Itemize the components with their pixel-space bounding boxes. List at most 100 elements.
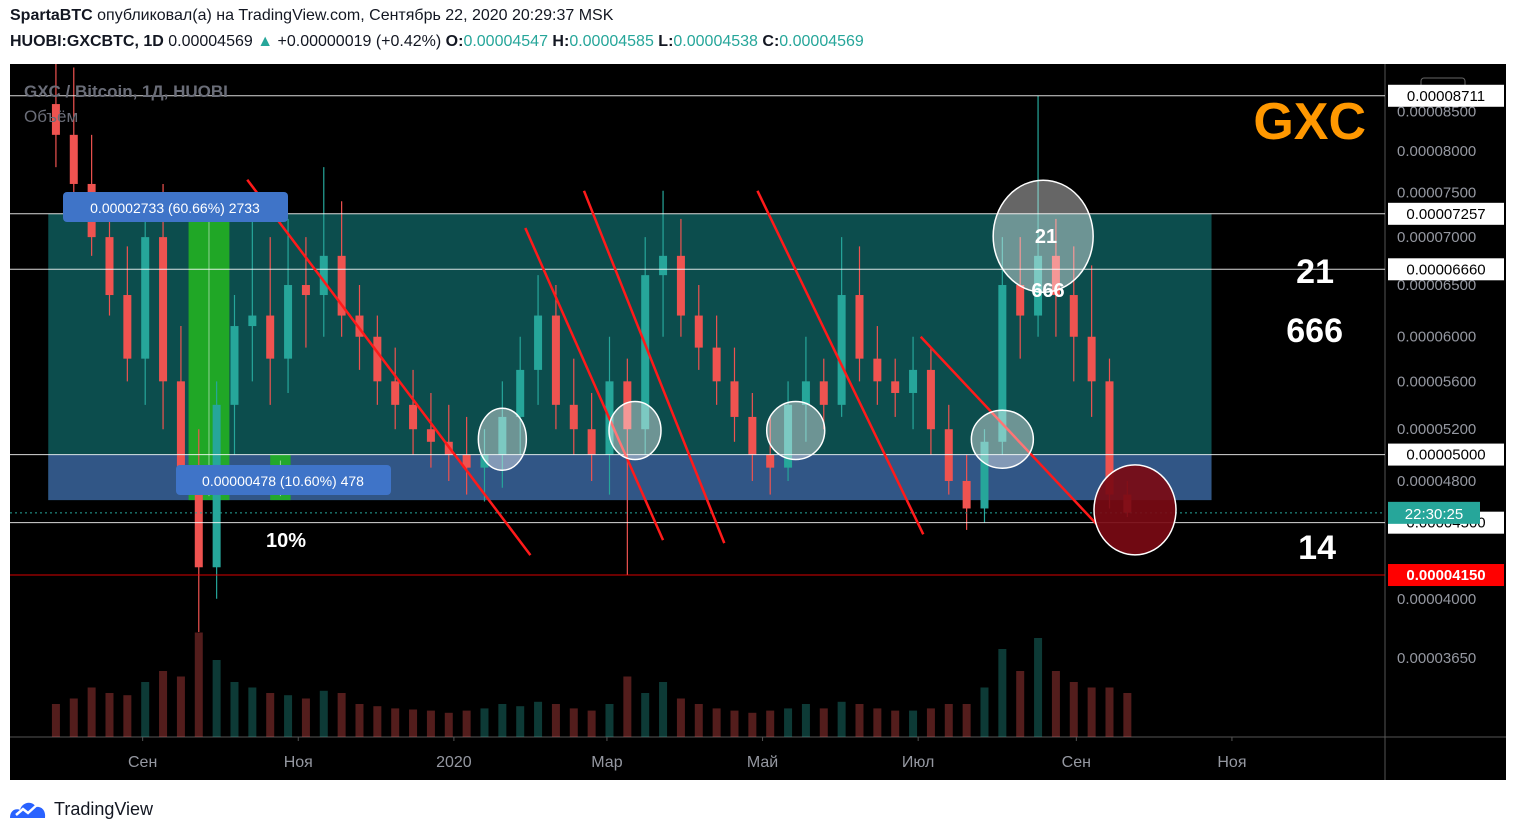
candle-body — [712, 347, 721, 382]
candle-body — [248, 315, 257, 327]
volume-bar — [551, 704, 560, 737]
brand-label: GXC — [1253, 93, 1366, 151]
price-tick-label: 0.00006000 — [1397, 329, 1476, 346]
candle-body — [873, 358, 882, 382]
price-tick-label: 0.00008000 — [1397, 143, 1476, 160]
time-tick-label: Ноя — [1217, 754, 1246, 771]
volume-bar — [926, 708, 935, 737]
candle-body — [730, 381, 739, 417]
measure-label-text: 0.00000478 (10.60%) 478 — [202, 473, 364, 489]
candle-body — [694, 315, 703, 348]
volume-bar — [105, 693, 114, 737]
volume-bar — [784, 708, 793, 737]
volume-bar — [1069, 682, 1078, 737]
tradingview-logo-icon — [10, 802, 46, 818]
time-tick-label: Май — [747, 754, 778, 771]
circle-666-label: 666 — [1031, 280, 1064, 302]
price-chart[interactable]: 0.00002733 (60.66%) 2733 0.00000478 (10.6… — [0, 0, 1516, 790]
volume-bar — [391, 708, 400, 737]
volume-bar — [212, 660, 221, 737]
volume-bar — [855, 704, 864, 737]
price-tick-label: 0.00007500 — [1397, 185, 1476, 202]
candle-body — [909, 369, 918, 393]
candle-body — [926, 369, 935, 430]
candle-body — [266, 315, 275, 359]
volume-bar — [373, 706, 382, 737]
volume-bar — [230, 682, 239, 737]
candle-body — [105, 237, 114, 296]
volume-bar — [712, 708, 721, 737]
chart-legend-title: GXC / Bitcoin, 1Д, HUOBI — [24, 82, 228, 101]
candle-body — [801, 381, 810, 405]
price-level-label: 0.00008711 — [1388, 84, 1504, 107]
volume-bar — [319, 690, 328, 737]
volume-bar — [1051, 671, 1060, 737]
volume-bar — [123, 695, 132, 737]
volume-bar — [1123, 693, 1132, 737]
time-tick-label: 2020 — [436, 754, 472, 771]
volume-bar — [998, 649, 1007, 737]
highlight-circle-2 — [608, 400, 662, 461]
volume-bar — [605, 704, 614, 737]
price-level-label: 0.00007257 — [1388, 202, 1504, 225]
volume-bar — [1105, 687, 1114, 737]
volume-bar — [587, 710, 596, 737]
measure-label-1: 0.00002733 (60.66%) 2733 — [63, 192, 288, 222]
measure-label-2: 0.00000478 (10.60%) 478 — [176, 465, 391, 495]
measure-label-text: 0.00002733 (60.66%) 2733 — [90, 200, 260, 216]
number-14-label: 14 — [1298, 529, 1336, 567]
price-level-text: 0.00007257 — [1406, 206, 1485, 223]
candle-body — [962, 480, 971, 509]
volume-bar — [194, 632, 203, 737]
volume-bar — [569, 708, 578, 737]
time-tick-label: Ноя — [284, 754, 313, 771]
volume-bar — [426, 710, 435, 737]
volume-bar — [141, 682, 150, 737]
price-tick-label: 0.00007000 — [1397, 229, 1476, 246]
countdown-text: 22:30:25 — [1405, 506, 1463, 523]
volume-bar — [176, 676, 185, 737]
highlight-circle-6 — [1093, 464, 1177, 556]
tradingview-brand: TradingView — [54, 798, 154, 819]
volume-bar — [766, 710, 775, 737]
candle-body — [301, 285, 310, 296]
price-level-text: 0.00005000 — [1406, 447, 1485, 464]
volume-bar — [498, 704, 507, 737]
price-level-text: 0.00008711 — [1407, 88, 1485, 105]
candle-body — [748, 416, 757, 455]
candle-body — [819, 381, 828, 405]
volume-bar — [51, 704, 60, 737]
highlight-circle-1 — [477, 407, 528, 472]
volume-bar — [944, 704, 953, 737]
candle-body — [534, 315, 543, 370]
countdown-label: 22:30:25 — [1388, 501, 1480, 524]
volume-bar — [801, 704, 810, 737]
time-tick-label: Сен — [128, 754, 157, 771]
price-level-label: 0.00006660 — [1388, 258, 1504, 281]
number-666-label: 666 — [1286, 312, 1343, 350]
candle-body — [676, 255, 685, 316]
candle-body — [1016, 285, 1025, 316]
price-tick-label: 0.00003650 — [1397, 650, 1476, 667]
number-21-label: 21 — [1296, 253, 1334, 291]
volume-bar — [748, 712, 757, 737]
volume-bar — [337, 693, 346, 737]
price-tick-label: 0.00004000 — [1397, 591, 1476, 608]
measure-percent-label: 10% — [266, 530, 306, 552]
price-tick-label: 0.00005200 — [1397, 421, 1476, 438]
volume-bar — [980, 687, 989, 737]
candle-body — [766, 454, 775, 468]
price-level-label: 0.00004150 — [1388, 564, 1504, 587]
volume-bar — [159, 671, 168, 737]
time-tick-label: Сен — [1062, 754, 1091, 771]
volume-bar — [962, 704, 971, 737]
volume-bar — [534, 701, 543, 737]
highlight-circle-3 — [765, 400, 826, 461]
volume-bar — [1034, 638, 1043, 737]
candle-body — [391, 381, 400, 405]
price-tick-label: 0.00004800 — [1397, 473, 1476, 490]
volume-bar — [284, 695, 293, 737]
candle-body — [159, 237, 168, 382]
price-level-text: 0.00004150 — [1406, 567, 1485, 584]
tradingview-footer[interactable]: TradingView — [8, 796, 153, 822]
